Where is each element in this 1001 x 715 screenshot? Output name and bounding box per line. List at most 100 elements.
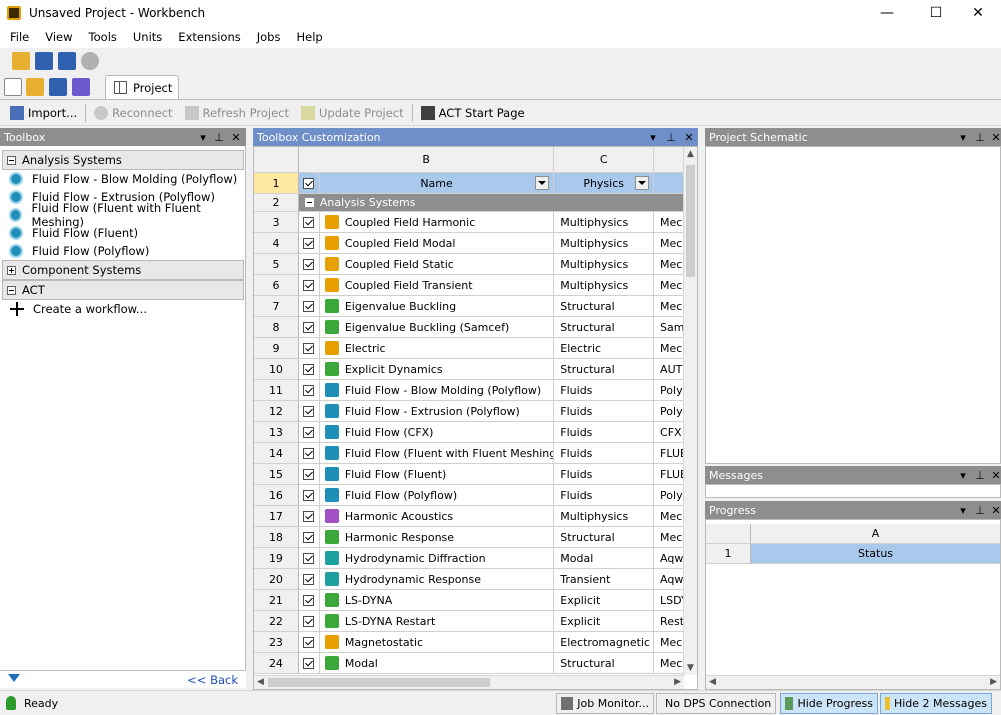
checkbox[interactable] (303, 615, 315, 627)
scroll-left-icon[interactable]: ◀ (709, 677, 716, 687)
table-row[interactable]: 3 Coupled Field Harmonic MultiphysicsMech (254, 212, 684, 233)
update-project-button[interactable]: Update Project (295, 105, 410, 120)
group-component-systems[interactable]: Component Systems (2, 260, 244, 280)
scroll-right-icon[interactable]: ▶ (990, 677, 997, 687)
open-folder-icon[interactable] (12, 52, 30, 70)
group-analysis-systems[interactable]: Analysis Systems (2, 150, 244, 170)
dps-connection-button[interactable]: No DPS Connection (656, 693, 776, 714)
checkbox[interactable] (303, 405, 315, 417)
checkbox[interactable] (303, 384, 315, 396)
row-checkbox-cell[interactable] (298, 338, 320, 359)
row-checkbox-cell[interactable] (298, 443, 320, 464)
table-row[interactable]: 21 LS-DYNA ExplicitLSDY (254, 590, 684, 611)
scroll-up-icon[interactable]: ▲ (687, 149, 694, 159)
table-row[interactable]: 8 Eigenvalue Buckling (Samcef) Structural S… (254, 317, 684, 338)
group-row-analysis-systems[interactable]: Analysis Systems (298, 194, 684, 212)
checkbox[interactable] (303, 468, 315, 480)
menu-jobs[interactable]: Jobs (251, 30, 287, 44)
close-icon[interactable]: ✕ (682, 128, 696, 146)
checkbox[interactable] (303, 447, 315, 459)
row-checkbox-cell[interactable] (298, 401, 320, 422)
checkbox[interactable] (303, 258, 315, 270)
row-checkbox-cell[interactable] (298, 485, 320, 506)
collapse-icon[interactable] (7, 155, 16, 165)
table-row[interactable]: 4 Coupled Field Modal MultiphysicsMech (254, 233, 684, 254)
save-icon[interactable] (35, 52, 53, 70)
menu-tools[interactable]: Tools (83, 30, 123, 44)
horizontal-scrollbar[interactable]: ◀ ▶ (254, 675, 684, 689)
row-checkbox-cell[interactable] (298, 275, 320, 296)
filter-dropdown-icon[interactable] (635, 176, 650, 190)
row-checkbox-cell[interactable] (298, 380, 320, 401)
toolbox-item[interactable]: Fluid Flow (Fluent with Fluent Meshing) (0, 201, 245, 229)
table-row[interactable]: 12 Fluid Flow - Extrusion (Polyflow) Fluid… (254, 401, 684, 422)
table-row[interactable]: 15 Fluid Flow (Fluent) FluidsFLUE (254, 464, 684, 485)
checkbox[interactable] (303, 531, 315, 543)
pin-icon[interactable]: ⊥ (973, 128, 987, 146)
hide-messages-button[interactable]: Hide 2 Messages (880, 693, 992, 714)
table-row[interactable]: 20 Hydrodynamic Response Transient Aqw (254, 569, 684, 590)
checkbox[interactable] (303, 489, 315, 501)
menu-view[interactable]: View (39, 30, 78, 44)
select-all-checkbox[interactable] (298, 173, 320, 194)
physics-column-header[interactable]: Physics (554, 173, 655, 194)
checkbox[interactable] (303, 657, 315, 669)
table-row[interactable]: 9ElectricElectricMech (254, 338, 684, 359)
table-row[interactable]: 16 Fluid Flow (Polyflow) Fluids Poly (254, 485, 684, 506)
maximize-button[interactable]: ☐ (913, 0, 959, 26)
row-checkbox-cell[interactable] (298, 317, 320, 338)
toolbox-item[interactable]: Fluid Flow - Blow Molding (Polyflow) (0, 170, 245, 188)
pin-icon[interactable]: ⊥ (664, 128, 678, 146)
table-row[interactable]: 7 Eigenvalue Buckling StructuralMech (254, 296, 684, 317)
row-checkbox-cell[interactable] (298, 359, 320, 380)
close-icon[interactable]: ✕ (989, 501, 1001, 519)
table-row[interactable]: 13 Fluid Flow (CFX) Fluids CFX (254, 422, 684, 443)
scroll-thumb[interactable] (268, 678, 490, 687)
filter-icon[interactable] (8, 674, 20, 682)
archive-project-icon[interactable] (72, 78, 90, 96)
table-row[interactable]: 18 Harmonic Response StructuralMech (254, 527, 684, 548)
project-schematic-canvas[interactable] (705, 146, 1001, 464)
horizontal-scrollbar[interactable]: ◀ ▶ (706, 675, 1000, 689)
row-checkbox-cell[interactable] (298, 653, 320, 674)
menu-units[interactable]: Units (127, 30, 168, 44)
checkbox[interactable] (303, 552, 315, 564)
save-as-icon[interactable] (58, 52, 76, 70)
scroll-down-icon[interactable]: ▼ (687, 663, 694, 673)
collapse-icon[interactable] (7, 285, 16, 295)
row-checkbox-cell[interactable] (298, 464, 320, 485)
row-checkbox-cell[interactable] (298, 548, 320, 569)
table-row[interactable]: 5 Coupled Field Static MultiphysicsMech (254, 254, 684, 275)
checkbox[interactable] (303, 237, 315, 249)
row-checkbox-cell[interactable] (298, 212, 320, 233)
scroll-right-icon[interactable]: ▶ (674, 677, 681, 687)
row-checkbox-cell[interactable] (298, 590, 320, 611)
checkbox[interactable] (303, 321, 315, 333)
dropdown-icon[interactable]: ▾ (956, 128, 970, 146)
close-icon[interactable]: ✕ (229, 128, 243, 146)
table-row[interactable]: 23 Magnetostatic ElectromagneticMech (254, 632, 684, 653)
scroll-thumb[interactable] (686, 165, 695, 277)
row-checkbox-cell[interactable] (298, 569, 320, 590)
tab-project[interactable]: Project (105, 75, 179, 99)
dropdown-icon[interactable]: ▾ (646, 128, 660, 146)
close-icon[interactable]: ✕ (989, 128, 1001, 146)
filter-dropdown-icon[interactable] (535, 176, 550, 190)
globe-icon[interactable] (81, 52, 99, 70)
dropdown-icon[interactable]: ▾ (956, 501, 970, 519)
table-row[interactable]: 6 Coupled Field Transient MultiphysicsMech (254, 275, 684, 296)
dropdown-icon[interactable]: ▾ (956, 466, 970, 484)
checkbox[interactable] (303, 216, 315, 228)
checkbox[interactable] (303, 594, 315, 606)
checkbox[interactable] (303, 573, 315, 585)
table-row[interactable]: 17 Harmonic Acoustics MultiphysicsMech (254, 506, 684, 527)
menu-file[interactable]: File (4, 30, 35, 44)
dropdown-icon[interactable]: ▾ (196, 128, 210, 146)
name-column-header[interactable]: Name (319, 173, 555, 194)
refresh-project-button[interactable]: Refresh Project (179, 105, 295, 120)
pin-icon[interactable]: ⊥ (973, 501, 987, 519)
checkbox[interactable] (303, 636, 315, 648)
row-checkbox-cell[interactable] (298, 296, 320, 317)
import-button[interactable]: Import... (4, 105, 83, 120)
minimize-button[interactable]: — (864, 0, 910, 26)
